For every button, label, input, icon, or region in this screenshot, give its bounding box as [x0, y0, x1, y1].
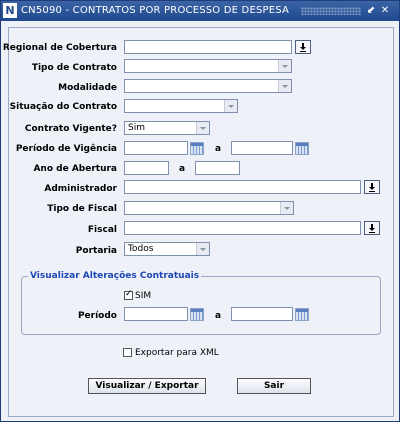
calendar-icon[interactable]	[295, 142, 309, 155]
periodo-from-input[interactable]	[124, 307, 188, 321]
periodo-sep: a	[215, 311, 222, 321]
regional-input[interactable]	[124, 40, 292, 54]
vigente-label: Contrato Vigente?	[24, 124, 117, 134]
title-bar[interactable]: N CN5090 - CONTRATOS POR PROCESSO DE DES…	[1, 1, 399, 21]
title-grip	[301, 7, 361, 15]
portaria-value: Todos	[128, 244, 154, 254]
visualizar-exportar-button[interactable]: Visualizar / Exportar	[88, 378, 206, 394]
fiscal-label: Fiscal	[87, 225, 117, 235]
ano-sep: a	[179, 164, 186, 174]
sim-checkbox[interactable]	[124, 289, 133, 300]
chevron-down-icon[interactable]	[278, 80, 291, 92]
app-window: N CN5090 - CONTRATOS POR PROCESSO DE DES…	[0, 0, 400, 422]
vigente-value: Sim	[128, 123, 145, 133]
app-icon: N	[3, 3, 17, 18]
periodo-vigencia-label: Período de Vigência	[15, 144, 117, 154]
periodo-to-input[interactable]	[231, 307, 293, 321]
chevron-down-icon[interactable]	[196, 122, 209, 134]
modalidade-select[interactable]	[124, 79, 292, 93]
alteracoes-group	[21, 276, 381, 335]
fiscal-lov-button[interactable]	[364, 221, 380, 235]
export-xml-label: Exportar para XML	[135, 348, 219, 358]
ano-to-input[interactable]	[195, 161, 240, 175]
chevron-down-icon[interactable]	[196, 243, 209, 255]
portaria-select[interactable]: Todos	[124, 242, 210, 256]
calendar-icon[interactable]	[190, 308, 204, 321]
calendar-icon[interactable]	[190, 142, 204, 155]
modalidade-label: Modalidade	[58, 83, 117, 93]
alteracoes-title: Visualizar Alterações Contratuais	[28, 271, 202, 281]
tipo-fiscal-select[interactable]	[124, 201, 294, 215]
tipo-contrato-select[interactable]	[124, 59, 292, 73]
fiscal-input[interactable]	[124, 221, 361, 235]
chevron-down-icon[interactable]	[224, 100, 237, 112]
administrador-label: Administrador	[44, 184, 117, 194]
window-title: CN5090 - CONTRATOS POR PROCESSO DE DESPE…	[21, 5, 290, 16]
regional-label: Regional de Cobertura	[2, 43, 117, 53]
chevron-down-icon[interactable]	[280, 202, 293, 214]
portaria-label: Portaria	[75, 246, 117, 256]
calendar-icon[interactable]	[295, 308, 309, 321]
periodo-label: Período	[77, 311, 117, 321]
ano-abertura-label: Ano de Abertura	[33, 164, 117, 174]
download-arrow-icon	[369, 232, 375, 233]
close-icon[interactable]: ✕	[379, 4, 391, 17]
minimize-icon[interactable]: ⬋	[365, 4, 377, 17]
administrador-input[interactable]	[124, 180, 361, 194]
export-xml-checkbox[interactable]	[123, 348, 132, 357]
vigencia-to-input[interactable]	[231, 141, 293, 155]
chevron-down-icon[interactable]	[278, 60, 291, 72]
download-arrow-icon	[300, 51, 306, 52]
download-arrow-icon	[369, 191, 375, 192]
vigente-select[interactable]: Sim	[124, 121, 210, 135]
administrador-lov-button[interactable]	[364, 180, 380, 194]
regional-lov-button[interactable]	[295, 40, 311, 54]
vigencia-from-input[interactable]	[124, 141, 188, 155]
sair-button[interactable]: Sair	[237, 378, 311, 394]
tipo-contrato-label: Tipo de Contrato	[31, 63, 117, 73]
tipo-fiscal-label: Tipo de Fiscal	[47, 204, 117, 214]
situacao-select[interactable]	[124, 99, 238, 113]
ano-from-input[interactable]	[124, 161, 169, 175]
sim-label: SIM	[135, 291, 152, 301]
vigencia-sep: a	[215, 144, 222, 154]
situacao-label: Situação do Contrato	[9, 102, 117, 112]
